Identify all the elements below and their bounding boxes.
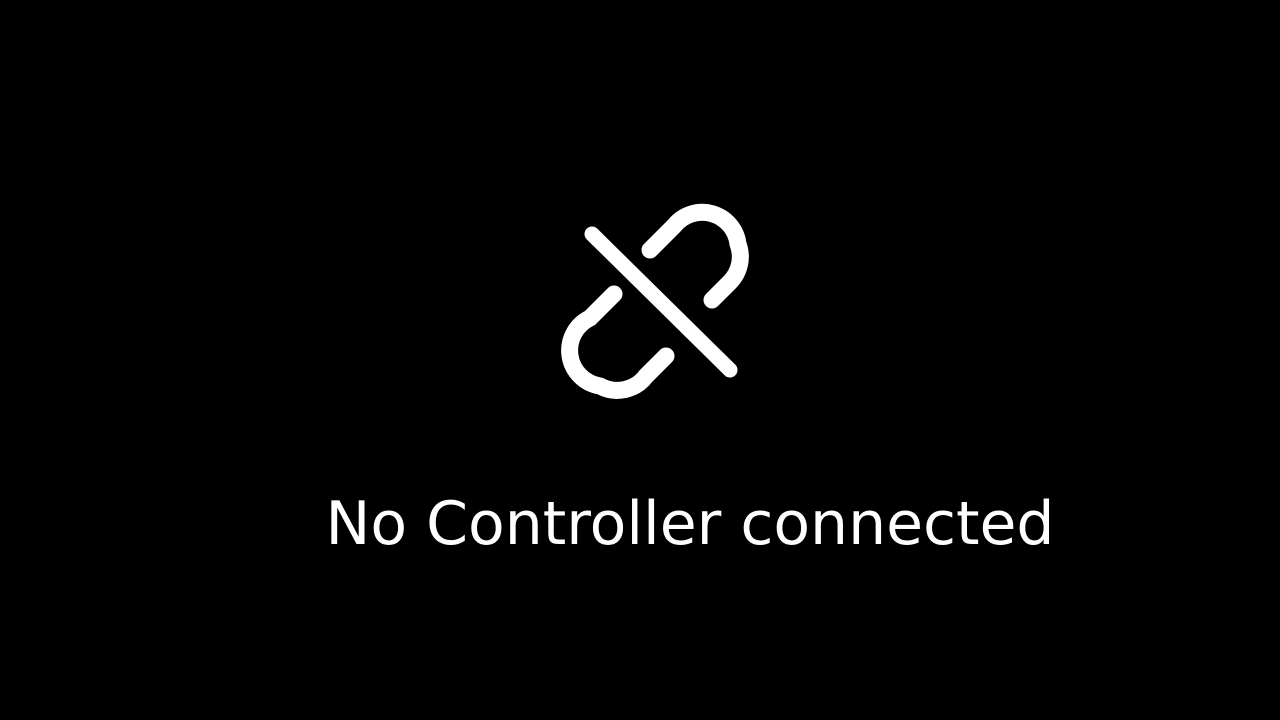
status-message: No Controller connected — [325, 489, 1055, 559]
no-controller-screen: No Controller connected — [0, 0, 1280, 720]
disconnected-link-icon — [556, 200, 764, 408]
